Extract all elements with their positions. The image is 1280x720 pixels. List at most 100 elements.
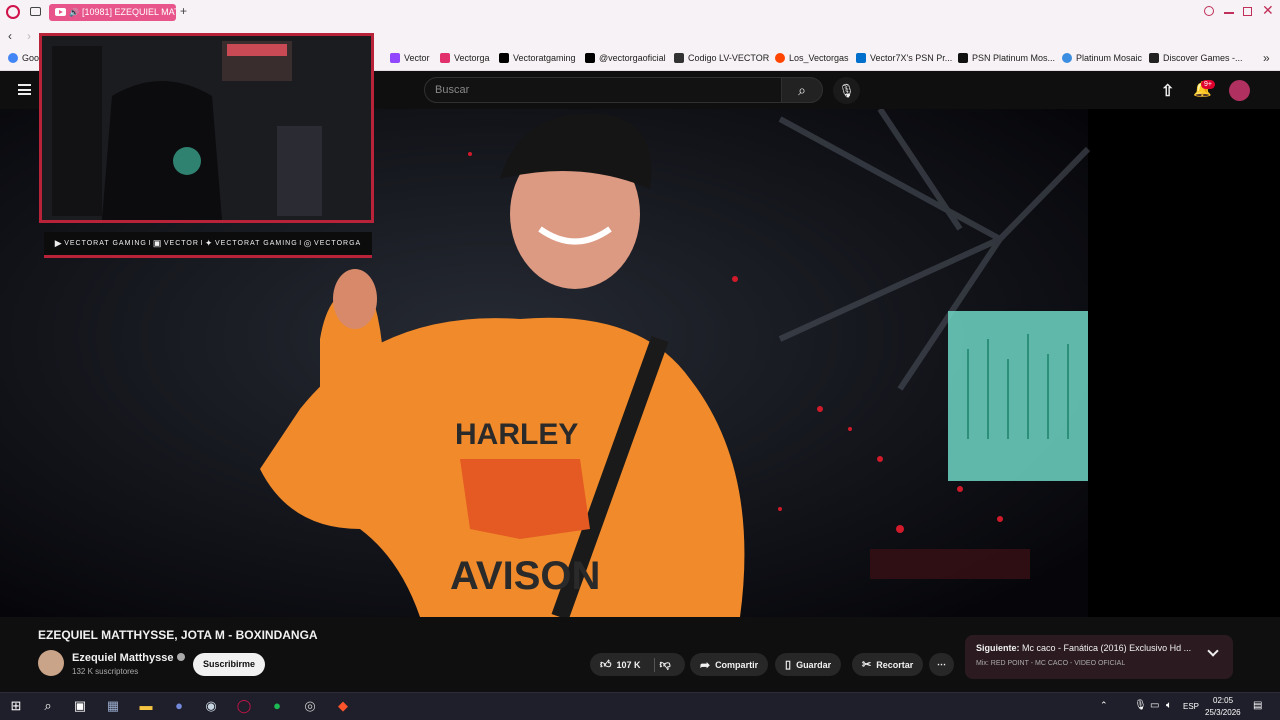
discord-icon[interactable]: ● bbox=[171, 698, 187, 714]
google-icon bbox=[8, 53, 18, 63]
bookmark-los-vectorgas-reddit[interactable]: Los_Vectorgas bbox=[775, 53, 849, 63]
volume-icon[interactable]: 🔈︎ bbox=[1166, 700, 1172, 711]
voice-search-button[interactable]: 🎙 bbox=[833, 77, 860, 104]
like-count: 107 K bbox=[616, 659, 641, 670]
social-instagram: VECTORGA bbox=[314, 240, 362, 247]
tray-chevron-icon[interactable]: ⌃ bbox=[1100, 700, 1108, 711]
spotify-icon[interactable]: ● bbox=[269, 698, 285, 714]
windows-start-icon[interactable]: ⊞ bbox=[8, 698, 24, 714]
share-button[interactable]: ➦ Compartir bbox=[690, 653, 769, 676]
tab-active[interactable]: 🔊 [10981] EZEQUIEL MAT bbox=[49, 4, 176, 21]
clip-button[interactable]: ✂ Recortar bbox=[852, 653, 924, 676]
microphone-icon: 🎙 bbox=[838, 83, 855, 98]
chevron-down-icon[interactable] bbox=[1207, 645, 1219, 657]
thumbs-down-icon: 👎︎ bbox=[659, 659, 671, 671]
bookmark-codigo-lv-vector[interactable]: Codigo LV-VECTOR bbox=[674, 53, 769, 63]
up-next-title: Mc caco - Fanática (2016) Exclusivo Hd .… bbox=[1022, 643, 1192, 653]
search-icon: ⌕ bbox=[798, 82, 806, 98]
app-icon[interactable]: ▦ bbox=[105, 698, 121, 714]
like-button[interactable]: 👍︎ 107 K bbox=[600, 658, 641, 671]
twitch-icon bbox=[390, 53, 400, 63]
forward-icon[interactable]: › bbox=[27, 29, 31, 43]
twitch-social-icon: ▣ bbox=[152, 238, 163, 248]
bookmark-psn-platinum-mosaic[interactable]: PSN Platinum Mos... bbox=[958, 53, 1055, 63]
task-view-icon[interactable]: ▣ bbox=[72, 698, 88, 714]
tab-overview-icon[interactable] bbox=[30, 7, 41, 16]
bookmark-discover-games[interactable]: Discover Games -... bbox=[1149, 53, 1243, 63]
instagram-social-icon: ◎ bbox=[303, 238, 313, 248]
social-twitch: VECTOR bbox=[163, 240, 199, 247]
keyboard bbox=[870, 549, 1030, 579]
restore-icon[interactable] bbox=[1243, 7, 1252, 16]
steam-icon[interactable]: ◉ bbox=[203, 698, 219, 714]
up-next-card[interactable]: Siguiente: Mc caco - Fanática (2016) Exc… bbox=[965, 635, 1233, 679]
notification-badge: 9+ bbox=[1201, 80, 1215, 89]
social-separator: I bbox=[299, 240, 303, 247]
psn-icon bbox=[856, 53, 866, 63]
search-tabs-icon[interactable] bbox=[1204, 6, 1214, 16]
subscribe-button[interactable]: Suscribirme bbox=[193, 653, 265, 676]
bookmark-platinum-mosaic[interactable]: Platinum Mosaic bbox=[1062, 53, 1142, 63]
windows-taskbar bbox=[0, 692, 1280, 720]
social-youtube: VECTORAT GAMING bbox=[64, 240, 147, 247]
save-button[interactable]: ▯ Guardar bbox=[775, 653, 842, 676]
close-icon[interactable]: ✕ bbox=[1262, 2, 1274, 19]
tiktok-icon bbox=[585, 53, 595, 63]
tab-title: [10981] EZEQUIEL MAT bbox=[81, 7, 176, 17]
svg-text:HARLEY: HARLEY bbox=[455, 418, 578, 451]
opera-logo-icon[interactable] bbox=[6, 5, 20, 19]
bookmark-vector-twitch[interactable]: Vector bbox=[390, 53, 430, 63]
svg-text:AVISON: AVISON bbox=[450, 554, 600, 598]
psn-icon bbox=[958, 53, 968, 63]
upload-icon[interactable]: ⇧ bbox=[1161, 81, 1174, 101]
subscriber-count: 132 K suscriptores bbox=[72, 667, 139, 676]
clock-time[interactable]: 02:05 bbox=[1213, 696, 1233, 705]
new-tab-button[interactable]: + bbox=[180, 4, 187, 18]
minimize-icon[interactable] bbox=[1224, 12, 1234, 14]
bookmarks-more-icon[interactable]: » bbox=[1263, 51, 1270, 65]
channel-name[interactable]: Ezequiel Matthysse bbox=[72, 652, 185, 664]
thumbs-up-icon: 👍︎ bbox=[600, 659, 612, 671]
file-explorer-icon[interactable]: ▬ bbox=[138, 698, 154, 714]
social-separator: I bbox=[148, 240, 152, 247]
bookmark-vectorgaoficial-tiktok[interactable]: @vectorgaoficial bbox=[585, 53, 666, 63]
tray-mic-icon[interactable]: 🎙︎ bbox=[1134, 700, 1147, 711]
social-twitter: VECTORAT GAMING bbox=[214, 240, 298, 247]
speaker-icon[interactable]: 🔊 bbox=[69, 8, 79, 17]
search-taskbar-icon[interactable]: ⌕ bbox=[40, 698, 56, 714]
bookmark-vectorga-instagram[interactable]: Vectorga bbox=[440, 53, 490, 63]
channel-avatar[interactable] bbox=[38, 650, 64, 676]
browser-tab-bar: 🔊 [10981] EZEQUIEL MAT + ✕ bbox=[0, 0, 1280, 25]
webcam-feed bbox=[42, 36, 371, 220]
bookmark-icon bbox=[674, 53, 684, 63]
network-icon[interactable]: ▭ bbox=[1150, 700, 1159, 711]
up-next-mix: Mix: RED POINT - MC CACO - VIDEO OFICIAL bbox=[976, 660, 1126, 667]
webcam-overlay bbox=[39, 33, 374, 223]
like-dislike-group: 👍︎ 107 K 👎︎ bbox=[590, 653, 685, 676]
language-indicator[interactable]: ESP bbox=[1183, 702, 1199, 711]
more-actions-button[interactable]: ⋯ bbox=[929, 653, 954, 676]
avatar[interactable] bbox=[1229, 80, 1250, 101]
youtube-tab-icon bbox=[55, 8, 66, 16]
social-links-overlay: ▶ VECTORAT GAMING I ▣ VECTOR I ✦ VECTORA… bbox=[44, 232, 372, 258]
obs-icon[interactable]: ◎ bbox=[302, 698, 318, 714]
mosaic-icon bbox=[1062, 53, 1072, 63]
hand bbox=[333, 269, 377, 329]
notification-center-icon[interactable]: ▤ bbox=[1253, 700, 1262, 711]
up-next-label: Siguiente: bbox=[976, 643, 1020, 653]
bookmark-vectoratgaming-x[interactable]: Vectoratgaming bbox=[499, 53, 576, 63]
verified-icon bbox=[176, 653, 185, 661]
social-separator: I bbox=[200, 240, 204, 247]
search-input[interactable]: Buscar bbox=[424, 77, 782, 103]
x-icon bbox=[499, 53, 509, 63]
clock-date[interactable]: 25/3/2026 bbox=[1205, 708, 1241, 717]
twitter-social-icon: ✦ bbox=[204, 238, 214, 248]
share-icon: ➦ bbox=[700, 657, 711, 672]
instagram-icon bbox=[440, 53, 450, 63]
dislike-button[interactable]: 👎︎ bbox=[660, 658, 671, 671]
bookmark-psn-profile[interactable]: Vector7X's PSN Pr... bbox=[856, 53, 952, 63]
opera-taskbar-icon[interactable]: ◯ bbox=[236, 698, 252, 714]
search-button[interactable]: ⌕ bbox=[781, 77, 823, 103]
brave-icon[interactable]: ◆ bbox=[335, 698, 351, 714]
back-icon[interactable]: ‹ bbox=[8, 29, 12, 43]
